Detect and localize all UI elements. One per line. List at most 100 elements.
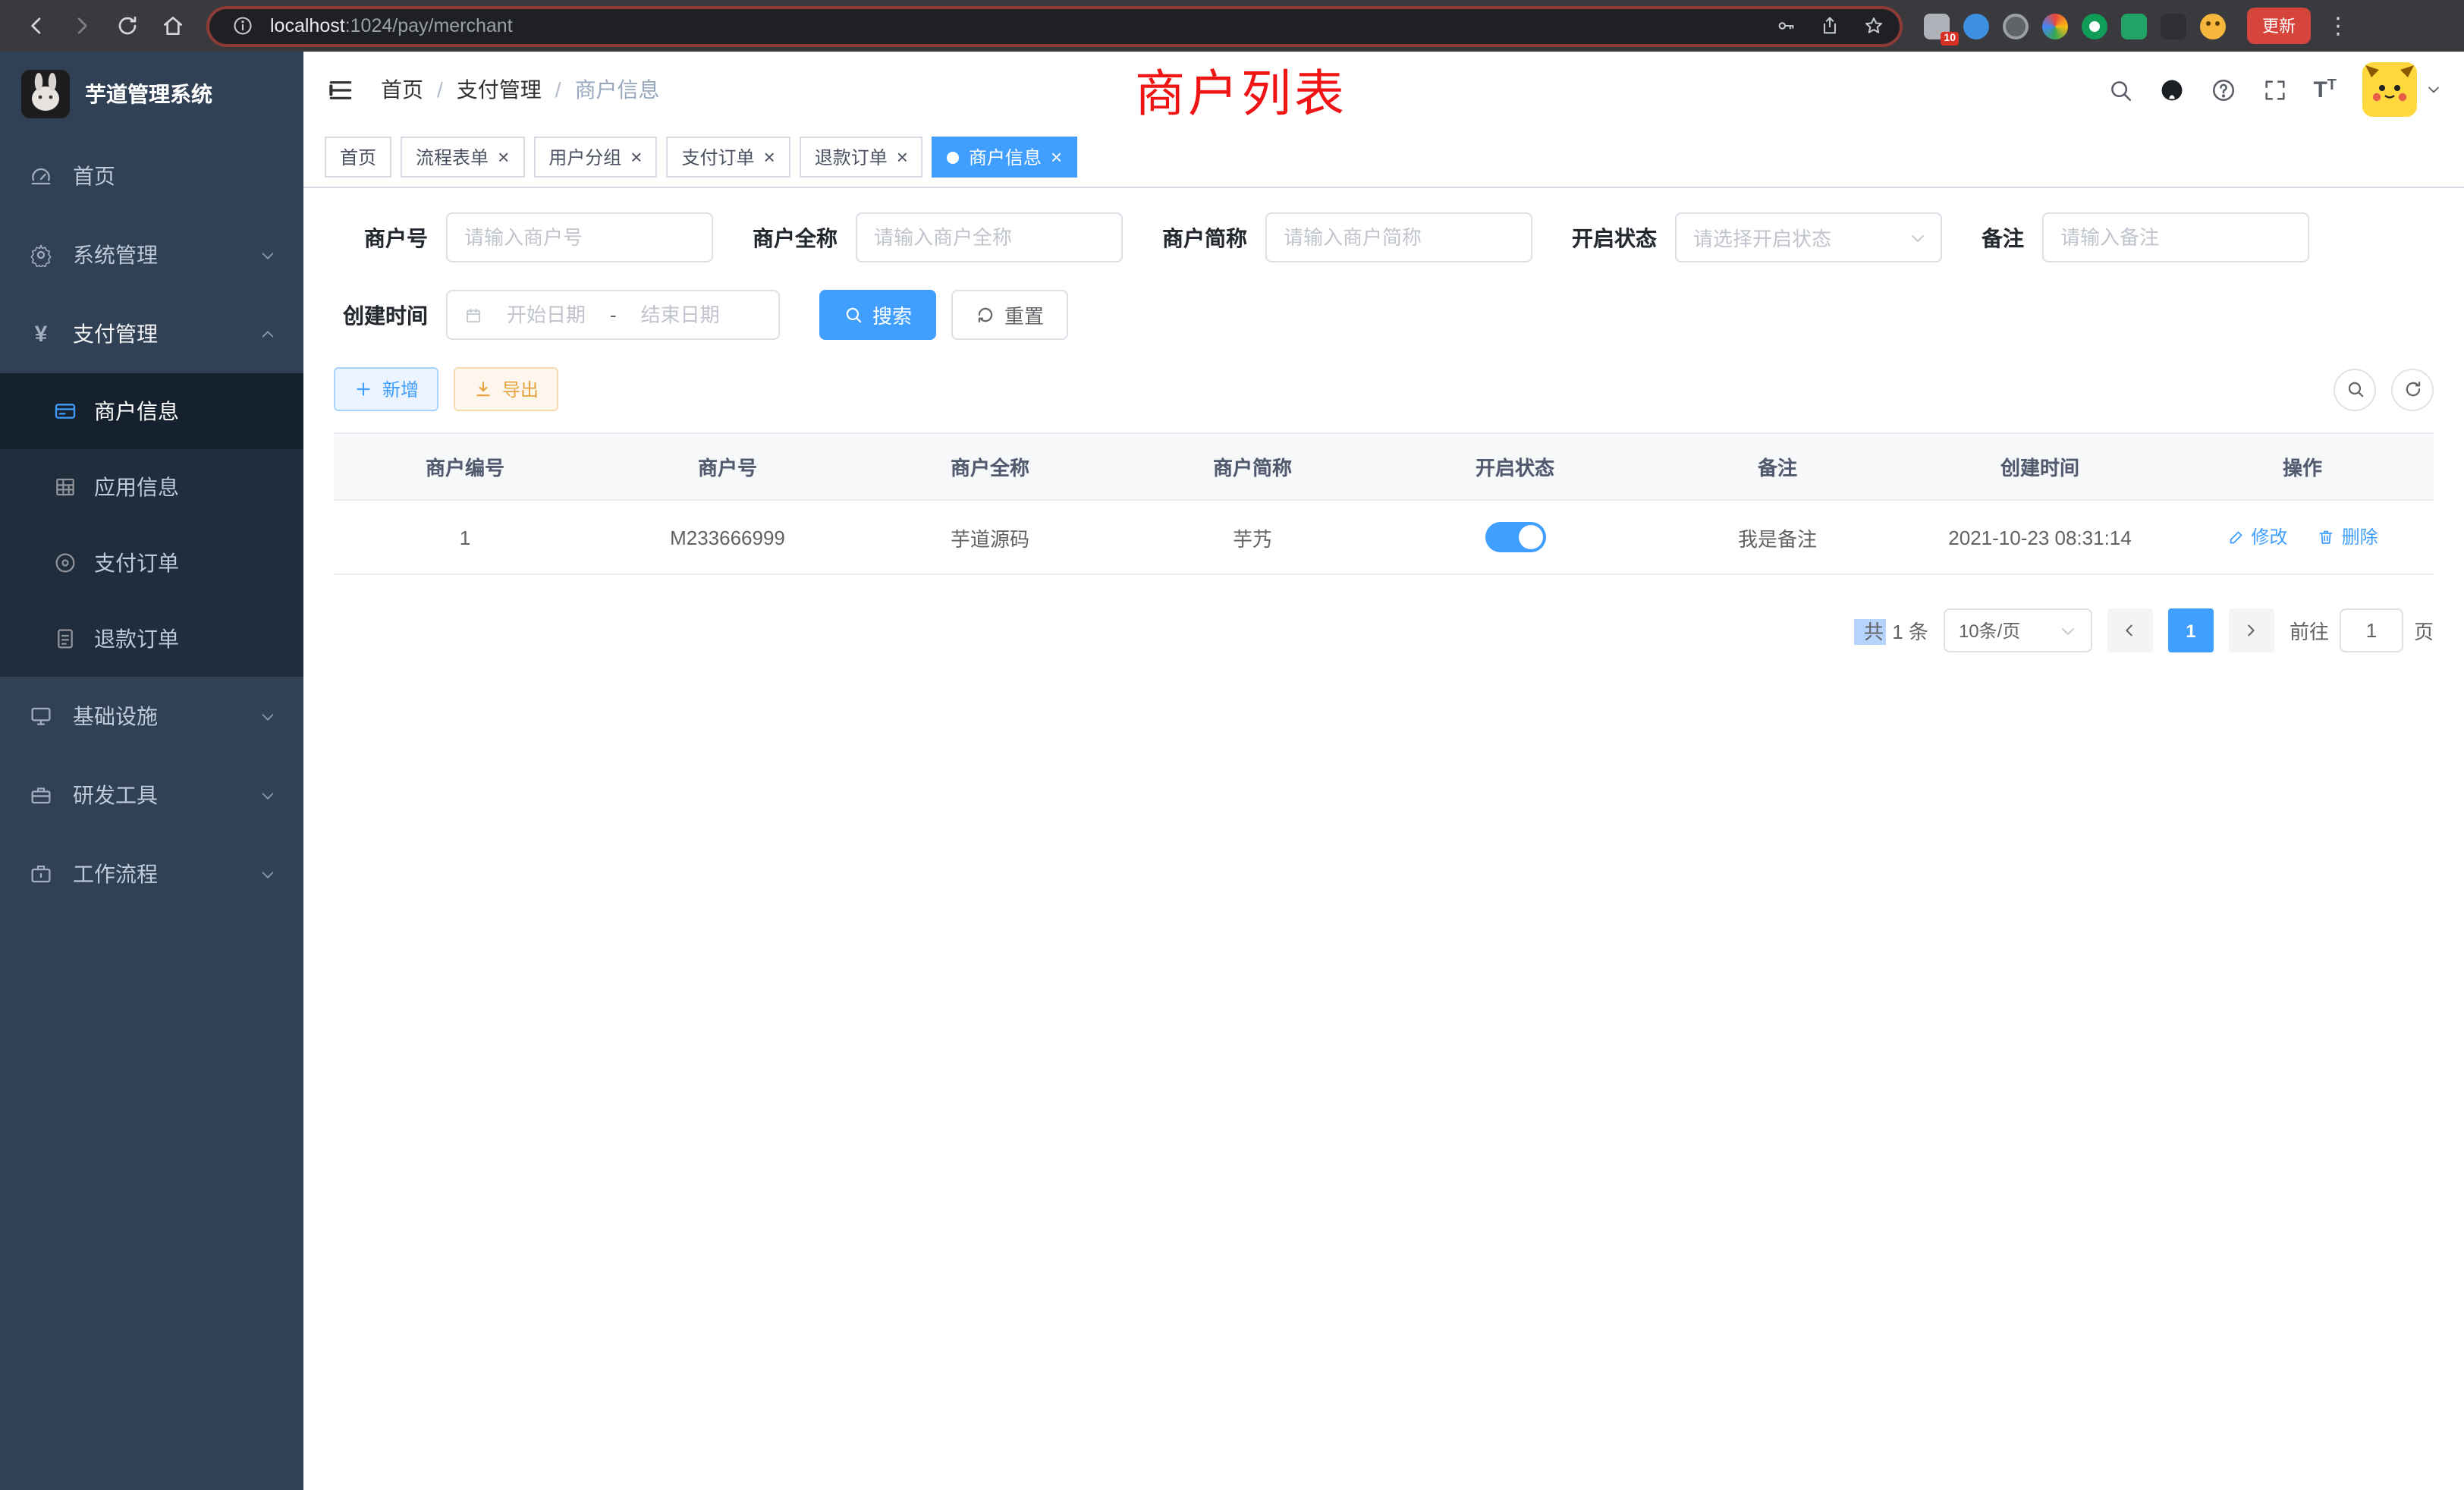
status-toggle[interactable] xyxy=(1485,522,1545,552)
share-icon[interactable] xyxy=(1813,9,1846,42)
search-icon[interactable] xyxy=(2107,77,2132,102)
fullscreen-icon[interactable] xyxy=(2261,77,2287,102)
app-title: 芋道管理系统 xyxy=(85,79,212,109)
sidebar-item-refund-order[interactable]: 退款订单 xyxy=(0,601,303,677)
tab-refund-order[interactable]: 退款订单 × xyxy=(800,137,923,178)
github-icon[interactable] xyxy=(2158,77,2184,102)
merchant-no-input[interactable] xyxy=(464,226,695,249)
delete-link[interactable]: 删除 xyxy=(2318,524,2378,550)
chevron-down-icon xyxy=(259,708,276,725)
home-icon[interactable] xyxy=(152,5,194,47)
close-icon[interactable]: × xyxy=(498,147,509,167)
sidebar-item-label: 基础设施 xyxy=(73,701,158,731)
sidebar-item-label: 支付订单 xyxy=(94,548,179,578)
reload-icon[interactable] xyxy=(106,5,149,47)
sidebar-item-infrastructure[interactable]: 基础设施 xyxy=(0,677,303,756)
tab-merchant-info[interactable]: 商户信息 × xyxy=(932,137,1077,178)
extension-dark-puzzle-icon[interactable] xyxy=(2161,13,2186,39)
sidebar-item-system[interactable]: 系统管理 xyxy=(0,215,303,294)
sidebar-item-home[interactable]: 首页 xyxy=(0,137,303,215)
extensions-puzzle-icon[interactable]: 10 xyxy=(1924,13,1950,39)
extension-green-square-icon[interactable] xyxy=(2121,13,2147,39)
breadcrumb-payment[interactable]: 支付管理 xyxy=(457,74,542,105)
field-label: 备注 xyxy=(1982,222,2024,253)
user-menu[interactable] xyxy=(2362,62,2441,117)
extension-emoji-icon[interactable] xyxy=(2200,13,2226,39)
col-header-id: 商户编号 xyxy=(334,433,596,500)
sidebar-item-payment[interactable]: ¥ 支付管理 xyxy=(0,294,303,373)
app-shell: 芋道管理系统 首页 系统管理 ¥ 支付管理 xyxy=(0,52,2464,1490)
cell-remark: 我是备注 xyxy=(1646,500,1909,574)
goto-page-input[interactable] xyxy=(2340,608,2403,652)
date-end-input[interactable] xyxy=(623,303,738,326)
browser-menu-icon[interactable]: ⋮ xyxy=(2326,12,2350,39)
sidebar-item-dev-tools[interactable]: 研发工具 xyxy=(0,756,303,835)
app-logo[interactable]: 芋道管理系统 xyxy=(0,52,303,137)
sidebar-item-label: 支付管理 xyxy=(73,319,158,349)
short-name-input[interactable] xyxy=(1284,226,1514,249)
extension-blue-icon[interactable] xyxy=(1963,13,1989,39)
prev-page-button[interactable] xyxy=(2107,608,2153,652)
help-icon[interactable] xyxy=(2210,77,2236,102)
reset-button[interactable]: 重置 xyxy=(951,290,1068,340)
status-select[interactable]: 请选择开启状态 xyxy=(1675,212,1942,262)
close-icon[interactable]: × xyxy=(897,147,908,167)
extension-green-circle-icon[interactable] xyxy=(2082,13,2107,39)
close-icon[interactable]: × xyxy=(630,147,642,167)
app-logo-image xyxy=(21,70,70,118)
address-bar[interactable]: localhost:1024/pay/merchant xyxy=(206,5,1903,46)
extension-avatar-icon[interactable] xyxy=(2042,13,2068,39)
tab-process-form[interactable]: 流程表单 × xyxy=(401,137,524,178)
chevron-up-icon xyxy=(259,325,276,342)
chevron-down-icon xyxy=(2059,621,2077,640)
export-button-label: 导出 xyxy=(502,376,539,402)
col-header-status: 开启状态 xyxy=(1384,433,1646,500)
page-number-button[interactable]: 1 xyxy=(2168,608,2214,652)
forward-icon[interactable] xyxy=(61,5,103,47)
edit-link[interactable]: 修改 xyxy=(2227,524,2287,550)
extensions-strip: 10 xyxy=(1924,13,2226,39)
date-start-input[interactable] xyxy=(489,303,604,326)
back-icon[interactable] xyxy=(15,5,58,47)
full-name-input[interactable] xyxy=(874,226,1105,249)
field-label: 商户全称 xyxy=(753,222,838,253)
col-header-remark: 备注 xyxy=(1646,433,1909,500)
close-icon[interactable]: × xyxy=(1051,147,1062,167)
sidebar-item-workflow[interactable]: 工作流程 xyxy=(0,835,303,913)
sidebar-item-app-info[interactable]: 应用信息 xyxy=(0,449,303,525)
breadcrumb: 首页 / 支付管理 / 商户信息 xyxy=(381,74,660,105)
password-key-icon[interactable] xyxy=(1769,9,1802,42)
next-page-button[interactable] xyxy=(2229,608,2274,652)
font-size-icon[interactable]: TT xyxy=(2313,77,2337,102)
extension-gray-icon[interactable] xyxy=(2003,13,2029,39)
remark-input-wrap xyxy=(2042,212,2309,262)
browser-chrome: localhost:1024/pay/merchant 10 更 xyxy=(0,0,2464,52)
tab-pay-order[interactable]: 支付订单 × xyxy=(666,137,790,178)
sidebar-item-pay-order[interactable]: 支付订单 xyxy=(0,525,303,601)
close-icon[interactable]: × xyxy=(764,147,775,167)
cell-short-name: 芋艿 xyxy=(1121,500,1384,574)
avatar xyxy=(2362,62,2417,117)
sidebar-fold-icon[interactable] xyxy=(326,75,355,104)
export-button[interactable]: 导出 xyxy=(454,367,558,411)
add-button[interactable]: 新增 xyxy=(334,367,438,411)
bookmark-star-icon[interactable] xyxy=(1857,9,1890,42)
sidebar-item-merchant-info[interactable]: 商户信息 xyxy=(0,373,303,449)
date-range-picker[interactable]: - xyxy=(446,290,780,340)
page-size-select[interactable]: 10条/页 xyxy=(1944,608,2092,652)
tab-home[interactable]: 首页 xyxy=(325,137,391,178)
search-button[interactable]: 搜索 xyxy=(819,290,936,340)
site-info-icon[interactable] xyxy=(226,9,259,42)
pagination-total-prefix: 共 xyxy=(1855,619,1887,645)
tab-user-group[interactable]: 用户分组 × xyxy=(533,137,657,178)
remark-input[interactable] xyxy=(2060,226,2291,249)
breadcrumb-home[interactable]: 首页 xyxy=(381,74,423,105)
browser-update-button[interactable]: 更新 xyxy=(2247,8,2311,44)
reset-button-label: 重置 xyxy=(1004,300,1044,329)
field-label: 创建时间 xyxy=(334,300,428,330)
page-annotation: 商户列表 xyxy=(1135,53,1347,126)
cell-actions: 修改 删除 xyxy=(2171,500,2434,574)
refresh-icon[interactable] xyxy=(2391,368,2434,410)
toggle-search-icon[interactable] xyxy=(2334,368,2376,410)
field-label: 商户简称 xyxy=(1162,222,1247,253)
